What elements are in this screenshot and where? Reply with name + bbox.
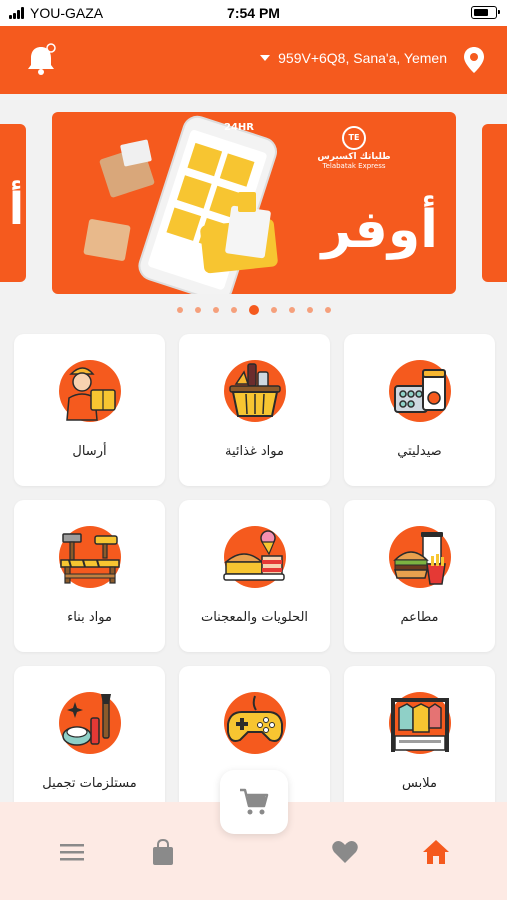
category-label: مواد غذائية (225, 444, 284, 459)
app-header: 959V+6Q8, Sana'a, Yemen (0, 26, 507, 94)
category-grid: صيدليتي مواد غذائية أرسال مطاعم الحلويات… (14, 334, 495, 818)
category-card-delivery[interactable]: أرسال (14, 334, 165, 486)
cart-button[interactable] (220, 770, 288, 834)
fast-food-icon (387, 524, 453, 590)
location-text: 959V+6Q8, Sana'a, Yemen (278, 50, 447, 66)
notification-bell-icon[interactable] (22, 40, 62, 80)
carousel-dot[interactable] (230, 307, 237, 313)
brand-logo: TE طلباتك اكسبرس Telabatak Express (314, 126, 394, 170)
caret-down-icon (260, 55, 271, 61)
banner-carousel[interactable]: أ 24HR TE طلباتك اكسبرس Telabatak Expres… (0, 108, 507, 298)
category-label: مواد بناء (67, 610, 112, 625)
delivery-person-icon (57, 358, 123, 424)
promo-headline: أوفر (321, 200, 438, 260)
gamepad-icon (222, 690, 288, 756)
carousel-dot[interactable] (176, 307, 183, 313)
location-selector[interactable]: 959V+6Q8, Sana'a, Yemen (260, 50, 447, 66)
carousel-pagination (0, 305, 507, 315)
menu-icon[interactable] (58, 838, 86, 866)
home-icon[interactable] (422, 838, 450, 866)
brand-logo-mark: TE (342, 126, 366, 150)
category-label: صيدليتي (397, 444, 442, 459)
category-card-construction[interactable]: مواد بناء (14, 500, 165, 652)
category-label: أرسال (72, 444, 107, 459)
status-bar: YOU-GAZA 7:54 PM (0, 0, 507, 26)
category-card-cosmetics[interactable]: مستلزمات تجميل (14, 666, 165, 818)
orders-bag-icon[interactable] (149, 838, 177, 866)
category-card-restaurants[interactable]: مطاعم (344, 500, 495, 652)
carousel-dot[interactable] (270, 307, 277, 313)
carousel-dot[interactable] (324, 307, 331, 313)
cosmetics-icon (57, 690, 123, 756)
clock: 7:54 PM (227, 5, 280, 21)
carousel-dot[interactable] (248, 305, 259, 315)
promo-banner[interactable]: 24HR TE طلباتك اكسبرس Telabatak Express … (52, 112, 456, 294)
location-pin-icon[interactable] (463, 46, 485, 74)
category-card-pharmacy[interactable]: صيدليتي (344, 334, 495, 486)
category-label: مطاعم (400, 610, 439, 625)
cart-icon (240, 788, 269, 815)
favorites-heart-icon[interactable] (331, 838, 359, 866)
category-card-sweets[interactable]: الحلويات والمعجنات (179, 500, 330, 652)
sweets-icon (222, 524, 288, 590)
carousel-dot[interactable] (194, 307, 201, 313)
category-label: ملابس (402, 776, 437, 791)
category-label: مستلزمات تجميل (42, 776, 137, 791)
pharmacy-icon (387, 358, 453, 424)
battery-icon (471, 6, 500, 19)
category-card-grocery[interactable]: مواد غذائية (179, 334, 330, 486)
next-banner-slide[interactable] (482, 124, 507, 282)
hours-badge: 24HR (224, 122, 254, 133)
carousel-dot[interactable] (306, 307, 313, 313)
category-card-clothes[interactable]: ملابس (344, 666, 495, 818)
carousel-dot[interactable] (288, 307, 295, 313)
carousel-dot[interactable] (212, 307, 219, 313)
construction-tools-icon (57, 524, 123, 590)
prev-banner-slide[interactable]: أ (0, 124, 26, 282)
clothes-rack-icon (387, 690, 453, 756)
brand-name-ar: طلباتك اكسبرس (317, 152, 391, 162)
category-label: الحلويات والمعجنات (200, 610, 309, 625)
grocery-basket-icon (222, 358, 288, 424)
brand-name-en: Telabatak Express (322, 162, 386, 170)
